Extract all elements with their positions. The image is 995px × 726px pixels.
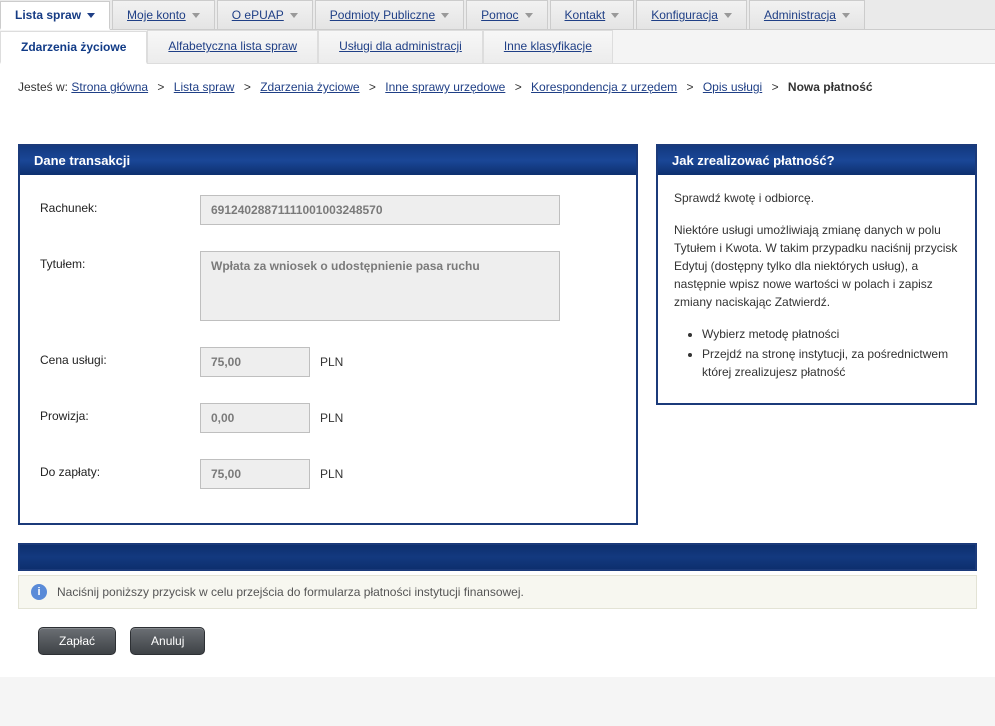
primary-nav-item-o-epuap[interactable]: O ePUAP [217,0,313,29]
topay-field [200,459,310,489]
breadcrumb-link[interactable]: Zdarzenia życiowe [260,80,359,94]
chevron-down-icon [724,13,732,18]
secondary-nav-item-inne-klasyfikacje[interactable]: Inne klasyfikacje [483,30,613,63]
price-label: Cena usługi: [40,347,200,367]
currency-label: PLN [320,411,343,425]
primary-nav-item-podmioty[interactable]: Podmioty Publiczne [315,0,464,29]
chevron-down-icon [611,13,619,18]
nav-label: Konfiguracja [651,8,718,22]
secondary-nav-item-uslugi-admin[interactable]: Usługi dla administracji [318,30,483,63]
chevron-down-icon [441,13,449,18]
currency-label: PLN [320,355,343,369]
transaction-panel: Dane transakcji Rachunek: Tytułem: Wpłat… [18,144,638,525]
chevron-down-icon [525,13,533,18]
transaction-panel-header: Dane transakcji [20,146,636,175]
secondary-nav: Zdarzenia życiowe Alfabetyczna lista spr… [0,30,995,64]
cancel-button[interactable]: Anuluj [130,627,205,655]
breadcrumb-link[interactable]: Strona główna [71,80,148,94]
breadcrumb-prefix: Jesteś w: [18,80,68,94]
primary-nav-item-lista-spraw[interactable]: Lista spraw [0,1,110,30]
currency-label: PLN [320,467,343,481]
account-field [200,195,560,225]
secondary-nav-item-zdarzenia[interactable]: Zdarzenia życiowe [0,31,147,64]
subnav-label: Usługi dla administracji [339,39,462,53]
primary-nav: Lista spraw Moje konto O ePUAP Podmioty … [0,0,995,30]
account-label: Rachunek: [40,195,200,215]
chevron-down-icon [87,13,95,18]
title-field: Wpłata za wniosek o udostępnienie pasa r… [200,251,560,321]
subnav-label: Inne klasyfikacje [504,39,592,53]
breadcrumb-separator: > [369,80,376,94]
section-divider-bar [18,543,977,571]
breadcrumb-link[interactable]: Korespondencja z urzędem [531,80,677,94]
breadcrumb-separator: > [157,80,164,94]
help-panel-header: Jak zrealizować płatność? [658,146,975,175]
breadcrumb-separator: > [515,80,522,94]
price-field [200,347,310,377]
primary-nav-item-administracja[interactable]: Administracja [749,0,865,29]
topay-label: Do zapłaty: [40,459,200,479]
help-text-edit: Niektóre usługi umożliwiają zmianę danyc… [674,221,959,311]
nav-label: Lista spraw [15,8,81,22]
chevron-down-icon [192,13,200,18]
info-icon: i [31,584,47,600]
nav-label: Moje konto [127,8,186,22]
help-panel: Jak zrealizować płatność? Sprawdź kwotę … [656,144,977,405]
help-steps-list: Wybierz metodę płatności Przejdź na stro… [674,325,959,381]
secondary-nav-item-alfabetyczna[interactable]: Alfabetyczna lista spraw [147,30,318,63]
help-text-checkamount: Sprawdź kwotę i odbiorcę. [674,189,959,207]
breadcrumb-link[interactable]: Opis usługi [703,80,762,94]
breadcrumb-separator: > [244,80,251,94]
nav-label: Administracja [764,8,836,22]
info-message-text: Naciśnij poniższy przycisk w celu przejś… [57,585,524,599]
primary-nav-item-konfiguracja[interactable]: Konfiguracja [636,0,747,29]
breadcrumb: Jesteś w: Strona główna > Lista spraw > … [0,64,995,104]
help-step: Przejdź na stronę instytucji, za pośredn… [702,345,959,381]
chevron-down-icon [290,13,298,18]
subnav-label: Zdarzenia życiowe [21,40,126,54]
chevron-down-icon [842,13,850,18]
info-message: i Naciśnij poniższy przycisk w celu prze… [18,575,977,609]
commission-field [200,403,310,433]
nav-label: Kontakt [565,8,606,22]
nav-label: Podmioty Publiczne [330,8,435,22]
pay-button[interactable]: Zapłać [38,627,116,655]
primary-nav-item-moje-konto[interactable]: Moje konto [112,0,215,29]
breadcrumb-link[interactable]: Inne sprawy urzędowe [385,80,505,94]
help-step: Wybierz metodę płatności [702,325,959,343]
nav-label: Pomoc [481,8,518,22]
primary-nav-item-pomoc[interactable]: Pomoc [466,0,547,29]
breadcrumb-separator: > [772,80,779,94]
primary-nav-item-kontakt[interactable]: Kontakt [550,0,635,29]
breadcrumb-link[interactable]: Lista spraw [174,80,235,94]
subnav-label: Alfabetyczna lista spraw [168,39,297,53]
breadcrumb-separator: > [686,80,693,94]
nav-label: O ePUAP [232,8,284,22]
breadcrumb-current: Nowa płatność [788,80,873,94]
title-label: Tytułem: [40,251,200,271]
commission-label: Prowizja: [40,403,200,423]
